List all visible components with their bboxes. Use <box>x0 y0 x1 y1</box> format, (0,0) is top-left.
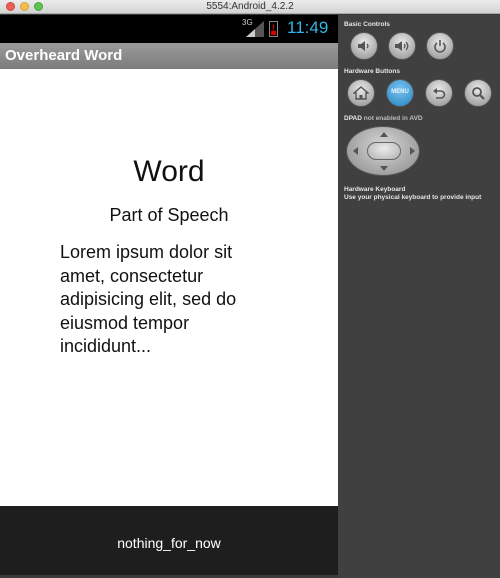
hardware-buttons-label: Hardware Buttons <box>344 68 400 75</box>
home-button[interactable] <box>347 79 375 107</box>
menu-button-label: MENU <box>391 89 409 95</box>
power-button[interactable] <box>426 32 454 60</box>
volume-down-button[interactable] <box>350 32 378 60</box>
dpad-up-arrow-icon[interactable] <box>380 132 388 137</box>
home-icon <box>353 86 369 100</box>
basic-controls-label: Basic Controls <box>344 21 390 28</box>
search-button[interactable] <box>464 79 492 107</box>
dpad-right-arrow-icon[interactable] <box>410 147 415 155</box>
bottom-status-text: nothing_for_now <box>117 535 221 551</box>
dpad-down-arrow-icon[interactable] <box>380 166 388 171</box>
dpad-label: DPAD not enabled in AVD <box>344 115 423 123</box>
dpad-title: DPAD <box>344 115 362 122</box>
status-bar: 3G ! 11:49 <box>0 15 338 43</box>
hardware-keyboard-label: Hardware Keyboard Use your physical keyb… <box>344 186 481 202</box>
keyboard-title: Hardware Keyboard <box>344 186 406 193</box>
search-icon <box>472 87 485 100</box>
definition-line: Lorem ipsum dolor sit <box>60 242 233 262</box>
volume-up-icon <box>395 41 409 51</box>
keyboard-note: Use your physical keyboard to provide in… <box>344 194 482 201</box>
bottom-bar: nothing_for_now <box>0 506 338 575</box>
app-title: Overheard Word <box>5 47 123 64</box>
battery-alert: ! <box>272 23 275 33</box>
part-of-speech: Part of Speech <box>109 205 229 225</box>
device-screen: 3G ! 11:49 Overheard Word Word Part of S… <box>0 15 338 575</box>
power-icon <box>434 40 446 53</box>
status-clock: 11:49 <box>287 18 329 37</box>
window-title-bar: 5554:Android_4.2.2 <box>0 0 500 14</box>
back-icon <box>433 88 446 99</box>
definition-line: incididunt... <box>60 336 152 356</box>
definition-line: amet, consectetur <box>60 265 204 286</box>
definition-line: eiusmod tempor <box>60 312 190 333</box>
dpad-note: not enabled in AVD <box>363 115 423 122</box>
volume-down-icon <box>358 41 369 51</box>
signal-icon <box>246 21 264 37</box>
action-bar: Overheard Word <box>0 43 338 69</box>
emulator-controls-panel: Basic Controls Hardware Buttons MENU DPA… <box>338 15 500 578</box>
battery-icon: ! <box>269 21 278 37</box>
definition-line: adipisicing elit, sed do <box>60 289 237 309</box>
word-heading: Word <box>133 155 205 188</box>
volume-up-button[interactable] <box>388 32 416 60</box>
menu-button[interactable]: MENU <box>386 79 414 107</box>
dpad-center-button[interactable] <box>367 142 401 160</box>
back-button[interactable] <box>425 79 453 107</box>
dpad[interactable] <box>346 126 420 176</box>
definition-text: Lorem ipsum dolor sit amet, consectetur … <box>60 241 270 359</box>
window-title: 5554:Android_4.2.2 <box>206 1 294 12</box>
dpad-left-arrow-icon[interactable] <box>353 147 358 155</box>
